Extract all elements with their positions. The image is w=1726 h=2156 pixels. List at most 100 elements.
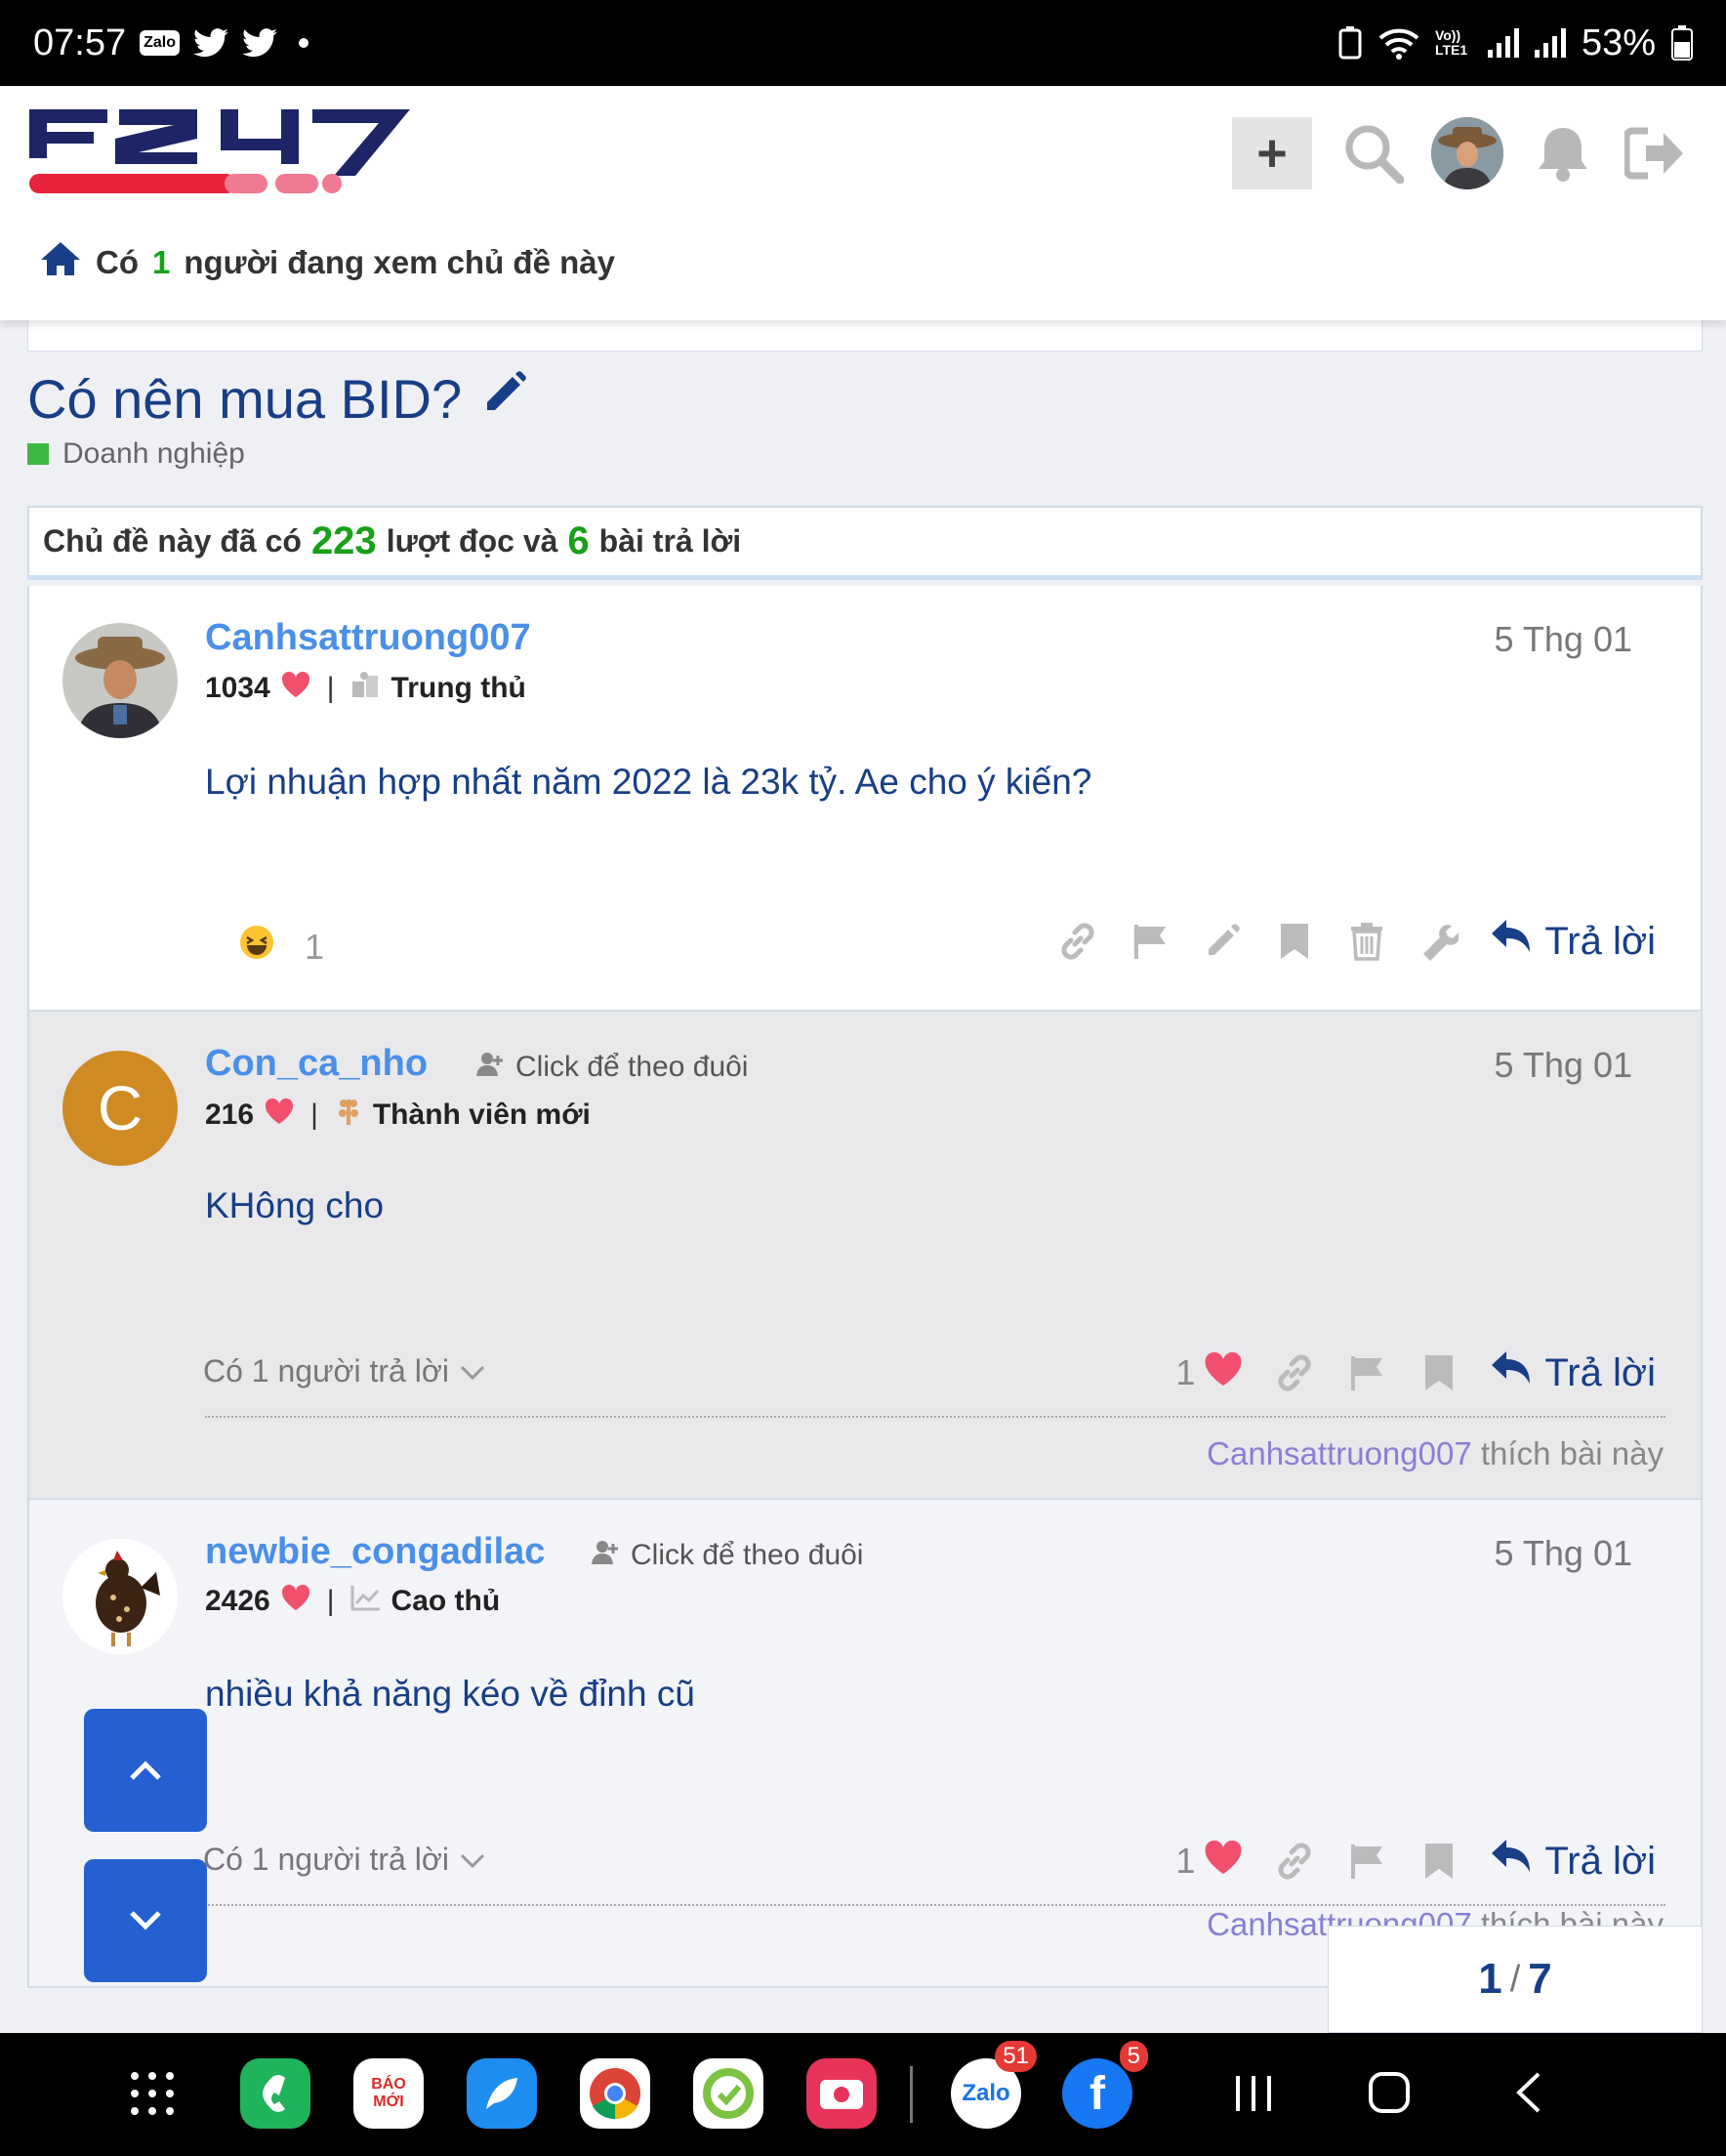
topic-title: Có nên mua BID? bbox=[27, 367, 528, 431]
post-date[interactable]: 5 Thg 01 bbox=[1495, 1533, 1632, 1574]
zalo-notification-icon: Zalo bbox=[140, 30, 180, 56]
like-button[interactable]: 1 bbox=[1175, 1350, 1244, 1396]
bookmark-icon[interactable] bbox=[1418, 1351, 1460, 1394]
cleaner-app-icon[interactable] bbox=[693, 2058, 763, 2129]
link-icon[interactable] bbox=[1273, 1351, 1316, 1394]
chevron-down-icon bbox=[130, 1911, 161, 1930]
reaction-count: 1 bbox=[305, 926, 325, 967]
avatar[interactable]: C bbox=[62, 1051, 178, 1166]
phone-app-icon[interactable] bbox=[240, 2058, 310, 2129]
viewing-suffix: người đang xem chủ đề này bbox=[184, 244, 615, 280]
laughing-emoji-icon bbox=[238, 924, 275, 970]
app-drawer-icon[interactable] bbox=[129, 2070, 176, 2122]
post-date[interactable]: 5 Thg 01 bbox=[1495, 619, 1632, 660]
screen-recorder-app-icon[interactable] bbox=[806, 2058, 877, 2129]
post-body: nhiều khả năng kéo về đỉnh cũ bbox=[205, 1674, 695, 1714]
link-icon[interactable] bbox=[1273, 1840, 1316, 1883]
post-body: KHông cho bbox=[205, 1185, 385, 1225]
post-author-meta: 216 | Thành viên mới bbox=[205, 1096, 591, 1135]
reply-button[interactable]: Trả lời bbox=[1490, 1349, 1656, 1396]
post-progress-indicator[interactable]: 1 / 7 bbox=[1328, 1926, 1703, 2033]
link-icon[interactable] bbox=[1056, 920, 1099, 963]
chrome-app-icon[interactable] bbox=[580, 2058, 650, 2129]
battery-percent: 53% bbox=[1581, 21, 1656, 63]
reply-label: Trả lời bbox=[1544, 919, 1656, 963]
bookmark-icon[interactable] bbox=[1418, 1840, 1460, 1883]
post-author[interactable]: Canhsattruong007 bbox=[205, 617, 531, 659]
divider bbox=[205, 1416, 1665, 1418]
reply-arrow-icon bbox=[1490, 1349, 1533, 1396]
scroll-down-button[interactable] bbox=[84, 1859, 207, 1982]
status-bar: 07:57 Zalo Vo)) LTE1 53% bbox=[0, 0, 1726, 86]
views-count: 223 bbox=[310, 519, 377, 562]
notification-badge: 5 bbox=[1119, 2041, 1148, 2072]
add-user-icon bbox=[476, 1051, 506, 1084]
clock: 07:57 bbox=[33, 21, 127, 63]
bell-icon[interactable] bbox=[1531, 117, 1595, 189]
zalo-app-icon[interactable]: Zalo 51 bbox=[951, 2041, 1037, 2129]
reply-button[interactable]: Trả lời bbox=[1490, 918, 1656, 965]
reply-arrow-icon bbox=[1490, 918, 1533, 965]
twitter-icon bbox=[241, 28, 277, 58]
post-actions: 1 Trả lời bbox=[1175, 1838, 1656, 1885]
messages-app-icon[interactable] bbox=[467, 2058, 537, 2129]
like-count: 1 bbox=[1175, 1352, 1196, 1392]
replies-toggle[interactable]: Có 1 người trả lời bbox=[203, 1842, 486, 1878]
avatar[interactable] bbox=[62, 623, 178, 738]
post-date[interactable]: 5 Thg 01 bbox=[1495, 1045, 1632, 1086]
like-button[interactable]: 1 bbox=[1175, 1839, 1244, 1885]
back-button[interactable] bbox=[1511, 2070, 1546, 2120]
viewers-line: Có 1 người đang xem chủ đề này bbox=[39, 240, 615, 285]
battery-saver-icon bbox=[1337, 26, 1363, 60]
liked-suffix: thích bài này bbox=[1480, 1435, 1664, 1472]
create-topic-button[interactable]: + bbox=[1232, 117, 1312, 189]
follow-button[interactable]: Click để theo đuôi bbox=[476, 1051, 748, 1084]
scroll-up-button[interactable] bbox=[84, 1709, 207, 1832]
f247-logo[interactable] bbox=[29, 100, 420, 207]
search-icon[interactable] bbox=[1339, 117, 1408, 189]
home-icon[interactable] bbox=[39, 240, 82, 285]
android-nav-bar: BÁO MỚI Zalo 51 f 5 bbox=[0, 2033, 1726, 2156]
avatar-letter: C bbox=[97, 1073, 144, 1143]
divider bbox=[910, 2066, 913, 2123]
home-button[interactable] bbox=[1367, 2070, 1412, 2120]
chevron-down-icon bbox=[459, 1842, 486, 1878]
liked-user[interactable]: Canhsattruong007 bbox=[1207, 1435, 1472, 1472]
reply-label: Trả lời bbox=[1544, 1350, 1656, 1394]
edit-icon[interactable] bbox=[1201, 920, 1244, 963]
topic-category[interactable]: Doanh nghiệp bbox=[27, 437, 245, 471]
baomoi-app-icon[interactable]: BÁO MỚI bbox=[353, 2058, 424, 2129]
zalo-label: Zalo bbox=[962, 2080, 1010, 2106]
signal-icon bbox=[1487, 28, 1519, 58]
like-count: 1 bbox=[1175, 1841, 1196, 1881]
logout-icon[interactable] bbox=[1621, 117, 1689, 189]
recents-button[interactable] bbox=[1232, 2072, 1275, 2120]
reaction-summary[interactable]: 1 bbox=[238, 924, 324, 970]
post-author[interactable]: Con_ca_nho bbox=[205, 1043, 428, 1085]
volte-indicator: Vo)) LTE1 bbox=[1434, 27, 1468, 58]
post-2: C Con_ca_nho Click để theo đuôi 216 | Th… bbox=[27, 1012, 1703, 1500]
flag-icon[interactable] bbox=[1129, 920, 1171, 963]
replies-toggle[interactable]: Có 1 người trả lời bbox=[203, 1353, 486, 1389]
category-color-swatch bbox=[27, 443, 49, 465]
trash-icon[interactable] bbox=[1345, 920, 1388, 963]
baomoi-label: BÁO MỚI bbox=[371, 2076, 406, 2110]
reply-button[interactable]: Trả lời bbox=[1490, 1838, 1656, 1885]
edit-pencil-icon[interactable] bbox=[479, 367, 528, 431]
user-avatar-button[interactable] bbox=[1431, 117, 1503, 189]
viewing-count: 1 bbox=[152, 244, 171, 280]
likes-received: 216 bbox=[205, 1099, 255, 1131]
post-author[interactable]: newbie_congadilac bbox=[205, 1531, 545, 1573]
follow-label: Click để theo đuôi bbox=[631, 1539, 864, 1571]
facebook-app-icon[interactable]: f 5 bbox=[1062, 2041, 1148, 2129]
follow-button[interactable]: Click để theo đuôi bbox=[592, 1539, 863, 1572]
avatar[interactable] bbox=[62, 1539, 178, 1654]
replies-label: Có 1 người trả lời bbox=[203, 1842, 449, 1877]
replies-label: Có 1 người trả lời bbox=[203, 1353, 449, 1389]
reply-arrow-icon bbox=[1490, 1838, 1533, 1885]
sprout-icon bbox=[334, 1096, 363, 1135]
flag-icon[interactable] bbox=[1345, 1351, 1388, 1394]
flag-icon[interactable] bbox=[1345, 1840, 1388, 1883]
wrench-icon[interactable] bbox=[1418, 920, 1460, 963]
bookmark-icon[interactable] bbox=[1273, 920, 1316, 963]
